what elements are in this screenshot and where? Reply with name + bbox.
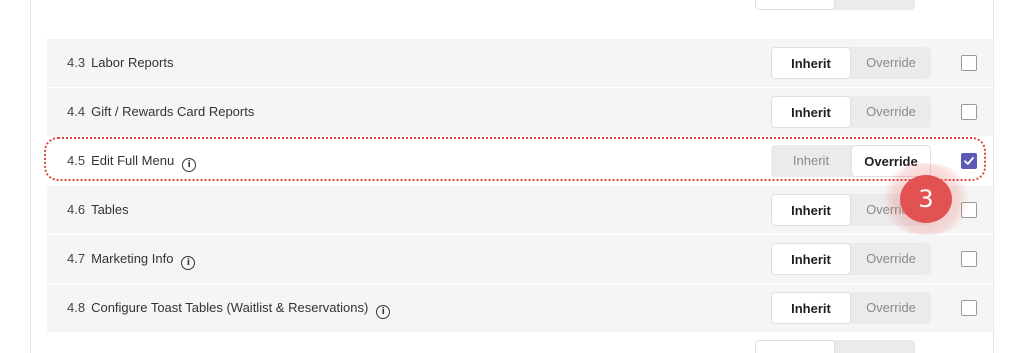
inherit-option[interactable]: Inherit xyxy=(771,145,851,177)
info-icon[interactable]: i xyxy=(182,158,197,172)
override-option[interactable]: Override xyxy=(851,292,931,324)
permission-row-marketing-info: 4.7 Marketing Info i Inherit Override xyxy=(47,235,993,283)
row-number: 4.3 xyxy=(67,55,86,70)
row-checkbox[interactable] xyxy=(961,251,977,267)
permissions-panel: 4.3 Labor Reports Inherit Override 4.4 Gif… xyxy=(30,0,994,353)
inherit-option[interactable]: Inherit xyxy=(771,194,851,226)
info-icon[interactable]: i xyxy=(181,256,196,270)
row-label: Configure Toast Tables (Waitlist & Reser… xyxy=(91,300,369,315)
row-number: 4.7 xyxy=(67,251,86,266)
row-number: 4.4 xyxy=(67,104,86,119)
inherit-option[interactable]: Inherit xyxy=(771,96,851,128)
row-label: Marketing Info xyxy=(91,251,174,266)
row-label: Gift / Rewards Card Reports xyxy=(91,104,255,119)
row-label: Labor Reports xyxy=(91,55,174,70)
inherit-override-toggle: Inherit Override xyxy=(771,96,931,128)
row-number: 4.5 xyxy=(67,153,86,168)
override-option[interactable]: Override xyxy=(851,47,931,79)
row-number: 4.8 xyxy=(67,300,86,315)
override-option[interactable]: Override xyxy=(851,243,931,275)
inherit-override-toggle: Inherit Override xyxy=(771,47,931,79)
inherit-override-toggle: Inherit Override xyxy=(771,292,931,324)
permission-row-configure-toast-tables: 4.8 Configure Toast Tables (Waitlist & Re… xyxy=(47,284,993,332)
permission-row-tables: 4.6Tables Inherit Override xyxy=(47,186,993,234)
partial-toggle-top xyxy=(755,0,915,10)
row-checkbox[interactable] xyxy=(961,104,977,120)
row-checkbox[interactable] xyxy=(961,300,977,316)
inherit-option[interactable]: Inherit xyxy=(771,243,851,275)
inherit-option[interactable]: Inherit xyxy=(771,47,851,79)
partial-toggle-bottom xyxy=(755,340,915,353)
row-label: Edit Full Menu xyxy=(91,153,175,168)
row-label: Tables xyxy=(91,202,129,217)
permission-row-gift-rewards-card-reports: 4.4 Gift / Rewards Card Reports Inherit O… xyxy=(47,88,993,136)
inherit-override-toggle: Inherit Override xyxy=(771,243,931,275)
inherit-option[interactable]: Inherit xyxy=(771,292,851,324)
info-icon[interactable]: i xyxy=(376,305,391,319)
row-number: 4.6 xyxy=(67,202,86,217)
override-option[interactable]: Override xyxy=(851,96,931,128)
row-checkbox[interactable] xyxy=(961,153,977,169)
row-checkbox[interactable] xyxy=(961,55,977,71)
step-callout-badge: 3 xyxy=(900,175,952,223)
permission-row-edit-full-menu: 4.5 Edit Full Menu i Inherit Override xyxy=(47,137,993,185)
checkmark-icon xyxy=(964,157,974,165)
permission-row-labor-reports: 4.3 Labor Reports Inherit Override xyxy=(47,39,993,87)
